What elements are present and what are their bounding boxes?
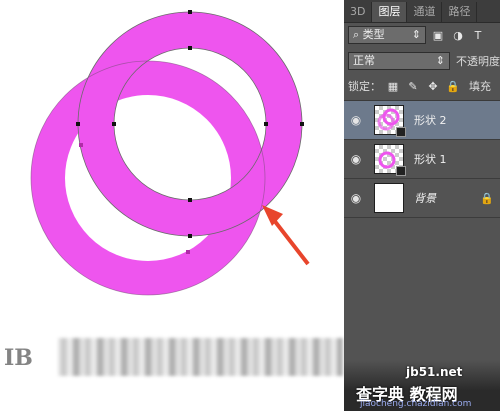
filter-type-select[interactable]: ⌕ 类型 ⇕ bbox=[348, 26, 426, 44]
visibility-eye-icon[interactable]: ◉ bbox=[344, 113, 368, 127]
lock-label: 锁定： bbox=[348, 80, 381, 93]
shape-2-ring[interactable] bbox=[78, 12, 302, 236]
shape-layer-badge-icon bbox=[396, 127, 406, 137]
visibility-eye-icon[interactable]: ◉ bbox=[344, 152, 368, 166]
shape-1-ring[interactable] bbox=[31, 61, 265, 295]
lock-move-icon[interactable]: ✥ bbox=[425, 78, 441, 94]
document-canvas[interactable]: IB bbox=[0, 0, 344, 411]
tab-channels[interactable]: 通道 bbox=[407, 2, 443, 22]
layer-name[interactable]: 背景 bbox=[414, 190, 436, 206]
lock-row: 锁定： ▦ ✎ ✥ 🔒 填充 bbox=[344, 78, 500, 94]
layer-name[interactable]: 形状 2 bbox=[414, 112, 447, 128]
layer-background[interactable]: ◉ 背景 🔒 bbox=[344, 179, 500, 218]
layers-panel: 3D 图层 通道 路径 ⌕ 类型 ⇕ ▣ ◑ T 正常 ⇕ 不透明度 锁定： ▦… bbox=[344, 0, 500, 411]
shape-layer-badge-icon bbox=[396, 166, 406, 176]
layer-thumbnail bbox=[374, 105, 406, 137]
lock-all-icon[interactable]: 🔒 bbox=[445, 78, 461, 94]
adjust-icon[interactable]: ◑ bbox=[450, 27, 466, 43]
layer-shape-1[interactable]: ◉ 形状 1 bbox=[344, 140, 500, 179]
panel-tabs: 3D 图层 通道 路径 bbox=[344, 0, 500, 23]
stepper-icon: ⇕ bbox=[435, 54, 445, 67]
layer-name[interactable]: 形状 1 bbox=[414, 151, 447, 167]
blend-mode-select[interactable]: 正常 ⇕ bbox=[348, 52, 450, 70]
layer-thumbnail bbox=[374, 144, 406, 176]
fill-label: 填充 bbox=[469, 80, 491, 93]
layer-list: ◉ 形状 2 ◉ 形状 1 ◉ 背景 🔒 bbox=[344, 100, 500, 218]
layer-shape-2[interactable]: ◉ 形状 2 bbox=[344, 101, 500, 140]
watermark-url: jiaocheng.chazidian.com bbox=[360, 399, 472, 409]
filter-type-label: 类型 bbox=[362, 28, 385, 41]
blend-row: 正常 ⇕ 不透明度 bbox=[344, 52, 500, 70]
background-lock-icon: 🔒 bbox=[480, 191, 494, 205]
arrow-indicator bbox=[262, 205, 310, 266]
watermark-band bbox=[58, 338, 343, 376]
text-icon[interactable]: T bbox=[470, 27, 486, 43]
blend-mode-value: 正常 bbox=[353, 54, 375, 67]
stepper-icon: ⇕ bbox=[411, 28, 421, 41]
watermark-left-text: IB bbox=[4, 345, 33, 371]
layer-thumbnail bbox=[374, 183, 404, 213]
tab-layers[interactable]: 图层 bbox=[372, 2, 408, 22]
opacity-label: 不透明度 bbox=[456, 55, 500, 68]
image-icon[interactable]: ▣ bbox=[430, 27, 446, 43]
layer-filter-row: ⌕ 类型 ⇕ ▣ ◑ T bbox=[344, 26, 500, 44]
visibility-eye-icon[interactable]: ◉ bbox=[344, 191, 368, 205]
watermark-site: jb51.net bbox=[406, 365, 463, 379]
tab-paths[interactable]: 路径 bbox=[442, 2, 478, 22]
tab-3d[interactable]: 3D bbox=[344, 2, 373, 22]
lock-paint-icon[interactable]: ✎ bbox=[405, 78, 421, 94]
search-icon: ⌕ bbox=[353, 28, 360, 41]
lock-transparency-icon[interactable]: ▦ bbox=[385, 78, 401, 94]
